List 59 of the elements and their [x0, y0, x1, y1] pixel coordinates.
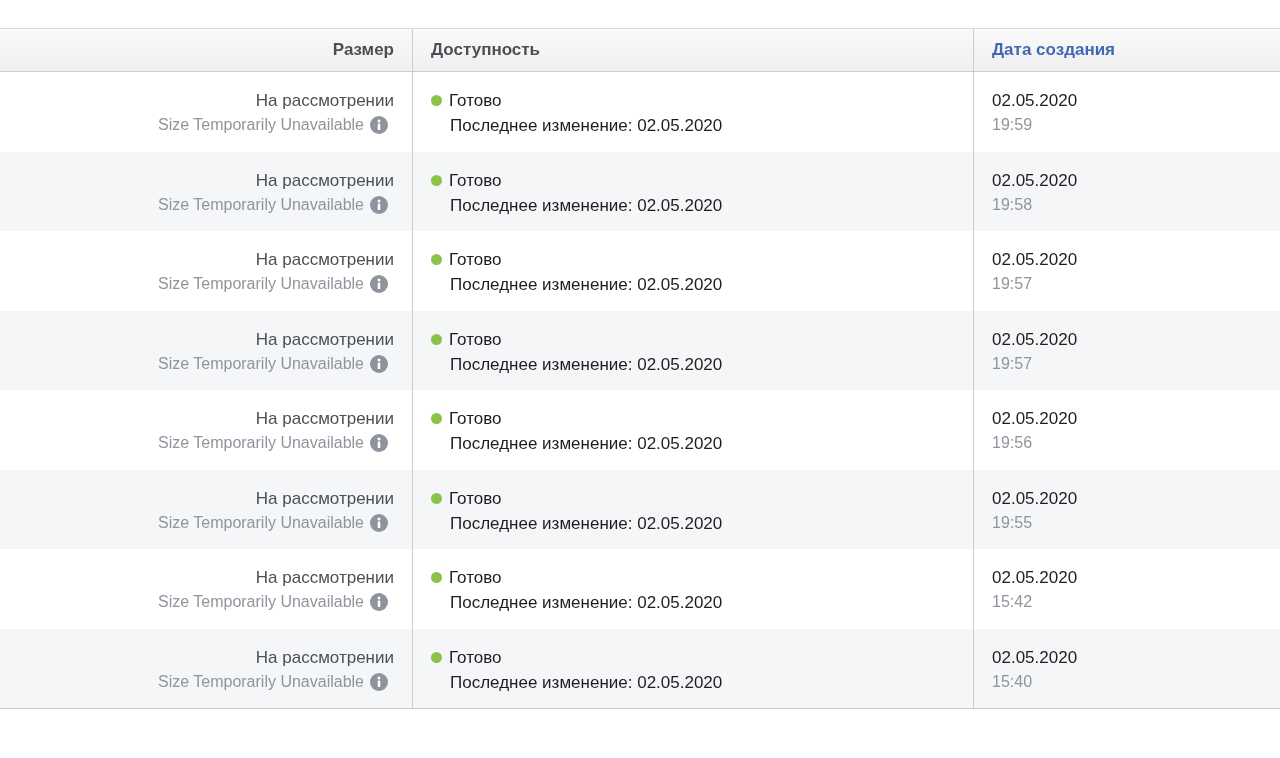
last-modified: Последнее изменение: 02.05.2020 — [449, 274, 724, 295]
creation-date: 02.05.2020 — [992, 328, 1079, 350]
size-note: Size Temporarily Unavailable — [157, 671, 364, 692]
size-note: Size Temporarily Unavailable — [157, 115, 364, 135]
last-modified: Последнее изменение: 02.05.2020 — [449, 433, 724, 454]
size-status: На рассмотрении — [255, 567, 394, 588]
column-header[interactable]: Дата создания — [992, 40, 1116, 60]
availability-status: Готово — [449, 90, 502, 111]
creation-date: 02.05.2020 — [992, 408, 1079, 429]
availability-status: Готово — [449, 328, 502, 350]
size-status: На рассмотрении — [255, 328, 394, 350]
creation-time: 15:42 — [992, 592, 1034, 612]
size-note: Size Temporarily Unavailable — [157, 274, 364, 294]
creation-time: 19:59 — [992, 115, 1034, 135]
creation-date: 02.05.2020 — [992, 249, 1079, 270]
column-header[interactable]: Размер — [332, 40, 394, 60]
info-icon[interactable] — [370, 672, 388, 691]
size-note: Size Temporarily Unavailable — [157, 512, 364, 533]
size-status: На рассмотрении — [255, 646, 394, 668]
size-note: Size Temporarily Unavailable — [157, 433, 364, 453]
creation-date: 02.05.2020 — [992, 487, 1079, 509]
size-status: На рассмотрении — [255, 90, 394, 111]
info-icon[interactable] — [370, 116, 388, 134]
creation-date: 02.05.2020 — [992, 169, 1079, 191]
creation-time: 19:56 — [992, 433, 1034, 453]
last-modified: Последнее изменение: 02.05.2020 — [449, 671, 724, 693]
last-modified: Последнее изменение: 02.05.2020 — [449, 115, 724, 136]
size-note: Size Temporarily Unavailable — [157, 592, 364, 612]
availability-status: Готово — [449, 169, 502, 191]
creation-time: 15:40 — [992, 671, 1034, 692]
last-modified: Последнее изменение: 02.05.2020 — [449, 512, 724, 534]
size-status: На рассмотрении — [255, 249, 394, 270]
last-modified: Последнее изменение: 02.05.2020 — [449, 353, 724, 375]
info-icon[interactable] — [370, 195, 388, 214]
size-note: Size Temporarily Unavailable — [157, 194, 364, 215]
creation-time: 19:57 — [992, 353, 1034, 374]
info-icon[interactable] — [370, 513, 388, 532]
availability-status: Готово — [449, 249, 502, 270]
creation-time: 19:57 — [992, 274, 1034, 294]
column-header[interactable]: Доступность — [431, 40, 541, 60]
info-icon[interactable] — [370, 593, 388, 611]
info-icon[interactable] — [370, 275, 388, 293]
info-icon[interactable] — [370, 434, 388, 452]
last-modified: Последнее изменение: 02.05.2020 — [449, 592, 724, 613]
availability-status: Готово — [449, 567, 502, 588]
info-icon[interactable] — [370, 354, 388, 373]
last-modified: Последнее изменение: 02.05.2020 — [449, 194, 724, 216]
creation-time: 19:55 — [992, 512, 1034, 533]
creation-date: 02.05.2020 — [992, 90, 1079, 111]
availability-status: Готово — [449, 408, 502, 429]
size-status: На рассмотрении — [255, 487, 394, 509]
availability-status: Готово — [449, 646, 502, 668]
size-status: На рассмотрении — [255, 408, 394, 429]
creation-date: 02.05.2020 — [992, 567, 1079, 588]
size-status: На рассмотрении — [255, 169, 394, 191]
availability-status: Готово — [449, 487, 502, 509]
creation-time: 19:58 — [992, 194, 1034, 215]
creation-date: 02.05.2020 — [992, 646, 1079, 668]
size-note: Size Temporarily Unavailable — [157, 353, 364, 374]
